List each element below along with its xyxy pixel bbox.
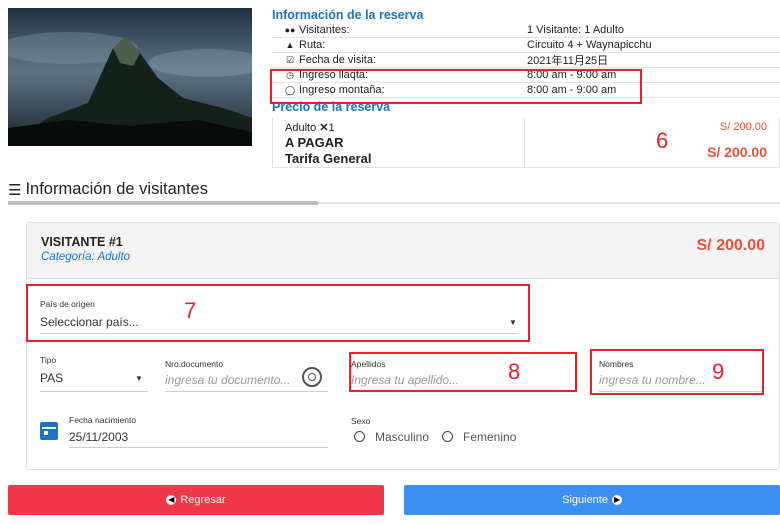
- clock-solid-icon: ◷: [286, 69, 294, 80]
- clock-outline-icon: ◯: [284, 84, 296, 95]
- adult-price: S/ 200.00: [719, 121, 767, 133]
- document-label: Nro.documento: [165, 359, 224, 369]
- visitor-price: S/ 200.00: [696, 237, 766, 254]
- visitor-card-header: VISITANTE #1 Categoría: Adulto S/ 200.00: [27, 223, 779, 279]
- tipo-underline: [40, 391, 148, 392]
- price-box: Adulto ✕1 A PAGAR Tarifa General S/ 200.…: [272, 118, 780, 168]
- scan-icon[interactable]: [302, 367, 322, 387]
- country-label: País de origen: [40, 299, 95, 309]
- mountain-photo: [8, 8, 252, 146]
- reservation-title: Información de la reserva: [272, 8, 424, 22]
- birthdate-input[interactable]: 25/11/2003: [69, 430, 128, 444]
- visitors-title: ☰ Información de visitantes: [8, 180, 208, 199]
- sexo-label: Sexo: [351, 416, 371, 426]
- calendar-icon[interactable]: [40, 422, 58, 440]
- list-icon: ☰: [8, 181, 22, 199]
- country-underline: [40, 333, 518, 334]
- arrow-right-circle-icon: ▶: [611, 495, 622, 505]
- row-ruta: ▲ Ruta: Circuito 4 + Waynapicchu: [272, 38, 780, 53]
- row-visitantes: ●● Visitantes: 1 Visitante: 1 Adulto: [272, 23, 780, 38]
- adult-label: Adulto: [285, 122, 317, 134]
- nombres-label: Nombres: [599, 359, 634, 369]
- adult-qty: 1: [328, 122, 335, 134]
- label-femenino: Femenino: [463, 430, 517, 444]
- label-masculino: Masculino: [375, 430, 430, 444]
- tarifa-label: Tarifa General: [285, 151, 372, 166]
- nombres-underline: [599, 391, 762, 392]
- nombres-input[interactable]: ingresa tu nombre...: [599, 373, 706, 387]
- tipo-label: Tipo: [40, 355, 57, 365]
- users-icon: ●●: [284, 25, 296, 35]
- apellidos-underline: [351, 391, 575, 392]
- document-input[interactable]: ingresa tu documento...: [165, 373, 290, 387]
- country-select[interactable]: Seleccionar país...: [40, 315, 139, 329]
- document-underline: [165, 391, 328, 392]
- next-button[interactable]: Siguiente ▶: [404, 485, 780, 515]
- caret-down-icon[interactable]: ▼: [509, 318, 517, 327]
- annotation-9: 9: [712, 359, 725, 384]
- pay-label: A PAGAR: [285, 135, 344, 150]
- birthdate-label: Fecha nacimiento: [69, 415, 137, 425]
- row-ingreso-llaqta: ◷ Ingreso llaqta: 8:00 am - 9:00 am: [272, 68, 780, 83]
- annotation-8: 8: [508, 359, 521, 384]
- annotation-7: 7: [184, 298, 197, 323]
- price-title: Precio de la reserva: [272, 100, 391, 114]
- visitor-title: VISITANTE #1: [41, 235, 123, 249]
- radio-masculino[interactable]: [354, 431, 365, 442]
- row-fecha: ☑ Fecha de visita: 2021年11月25日: [272, 53, 780, 68]
- total-price: S/ 200.00: [707, 144, 767, 160]
- arrow-left-circle-icon: ◀: [166, 495, 177, 505]
- title-underline: [8, 201, 318, 205]
- apellidos-label: Apellidos: [351, 359, 386, 369]
- visitor-category: Categoría: Adulto: [41, 251, 131, 263]
- birthdate-underline: [69, 447, 328, 448]
- calendar-check-icon: ☑: [285, 54, 295, 65]
- route-icon: ▲: [285, 40, 295, 50]
- back-button[interactable]: ◀ Regresar: [8, 485, 384, 515]
- tipo-caret-icon[interactable]: ▼: [135, 374, 143, 383]
- tipo-select[interactable]: PAS: [40, 371, 63, 385]
- apellidos-input[interactable]: Ingresa tu apellido...: [351, 373, 459, 387]
- radio-femenino[interactable]: [442, 431, 453, 442]
- title-divider: [318, 202, 780, 204]
- reservation-info: Información de la reserva ●● Visitantes: …: [272, 8, 780, 115]
- annotation-6: 6: [656, 128, 669, 153]
- row-ingreso-montana: ◯ Ingreso montaña: 8:00 am - 9:00 am: [272, 83, 780, 98]
